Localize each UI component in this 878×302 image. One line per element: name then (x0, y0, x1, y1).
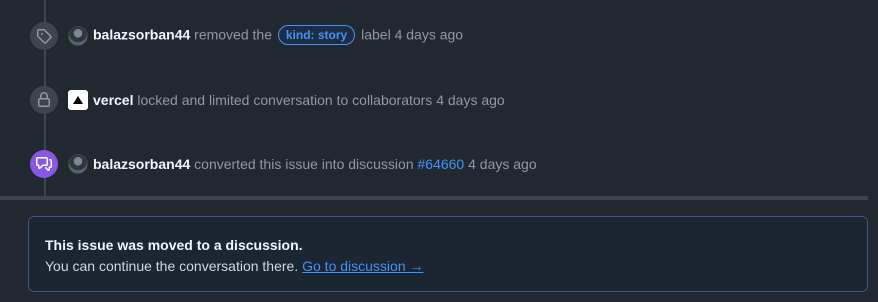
vercel-avatar[interactable] (68, 90, 88, 110)
timeline-event-converted: balazsorban44 converted this issue into … (0, 148, 878, 180)
event-text: vercel locked and limited conversation t… (93, 92, 505, 108)
event-time: 4 days ago (468, 156, 537, 172)
go-to-discussion-link[interactable]: Go to discussion → (302, 258, 423, 274)
notice-title: This issue was moved to a discussion. (45, 237, 303, 253)
event-action: locked and limited conversation to colla… (137, 92, 505, 108)
tag-icon (30, 22, 58, 50)
event-text: balazsorban44 converted this issue into … (93, 156, 537, 172)
notice-text: You can continue the conversation there. (45, 258, 299, 274)
event-text: balazsorban44 removed the kind: story la… (93, 25, 464, 46)
label-badge[interactable]: kind: story (277, 25, 356, 45)
lock-icon (30, 86, 58, 114)
avatar[interactable] (68, 26, 88, 46)
discussion-link[interactable]: #64660 (418, 156, 465, 172)
event-action: converted this issue into discussion (194, 156, 414, 172)
notice-body: You can continue the conversation there.… (45, 255, 851, 277)
event-time: label 4 days ago (361, 26, 464, 43)
moved-to-discussion-notice: This issue was moved to a discussion. Yo… (28, 216, 868, 292)
author-link[interactable]: vercel (93, 92, 133, 108)
timeline-divider (0, 196, 868, 200)
event-action: removed the (194, 26, 272, 43)
discussion-icon (30, 150, 58, 178)
avatar[interactable] (68, 154, 88, 174)
author-link[interactable]: balazsorban44 (93, 27, 190, 43)
author-link[interactable]: balazsorban44 (93, 156, 190, 172)
timeline-event-label-removed: balazsorban44 removed the kind: story la… (0, 20, 878, 52)
timeline-event-locked: vercel locked and limited conversation t… (0, 84, 878, 116)
